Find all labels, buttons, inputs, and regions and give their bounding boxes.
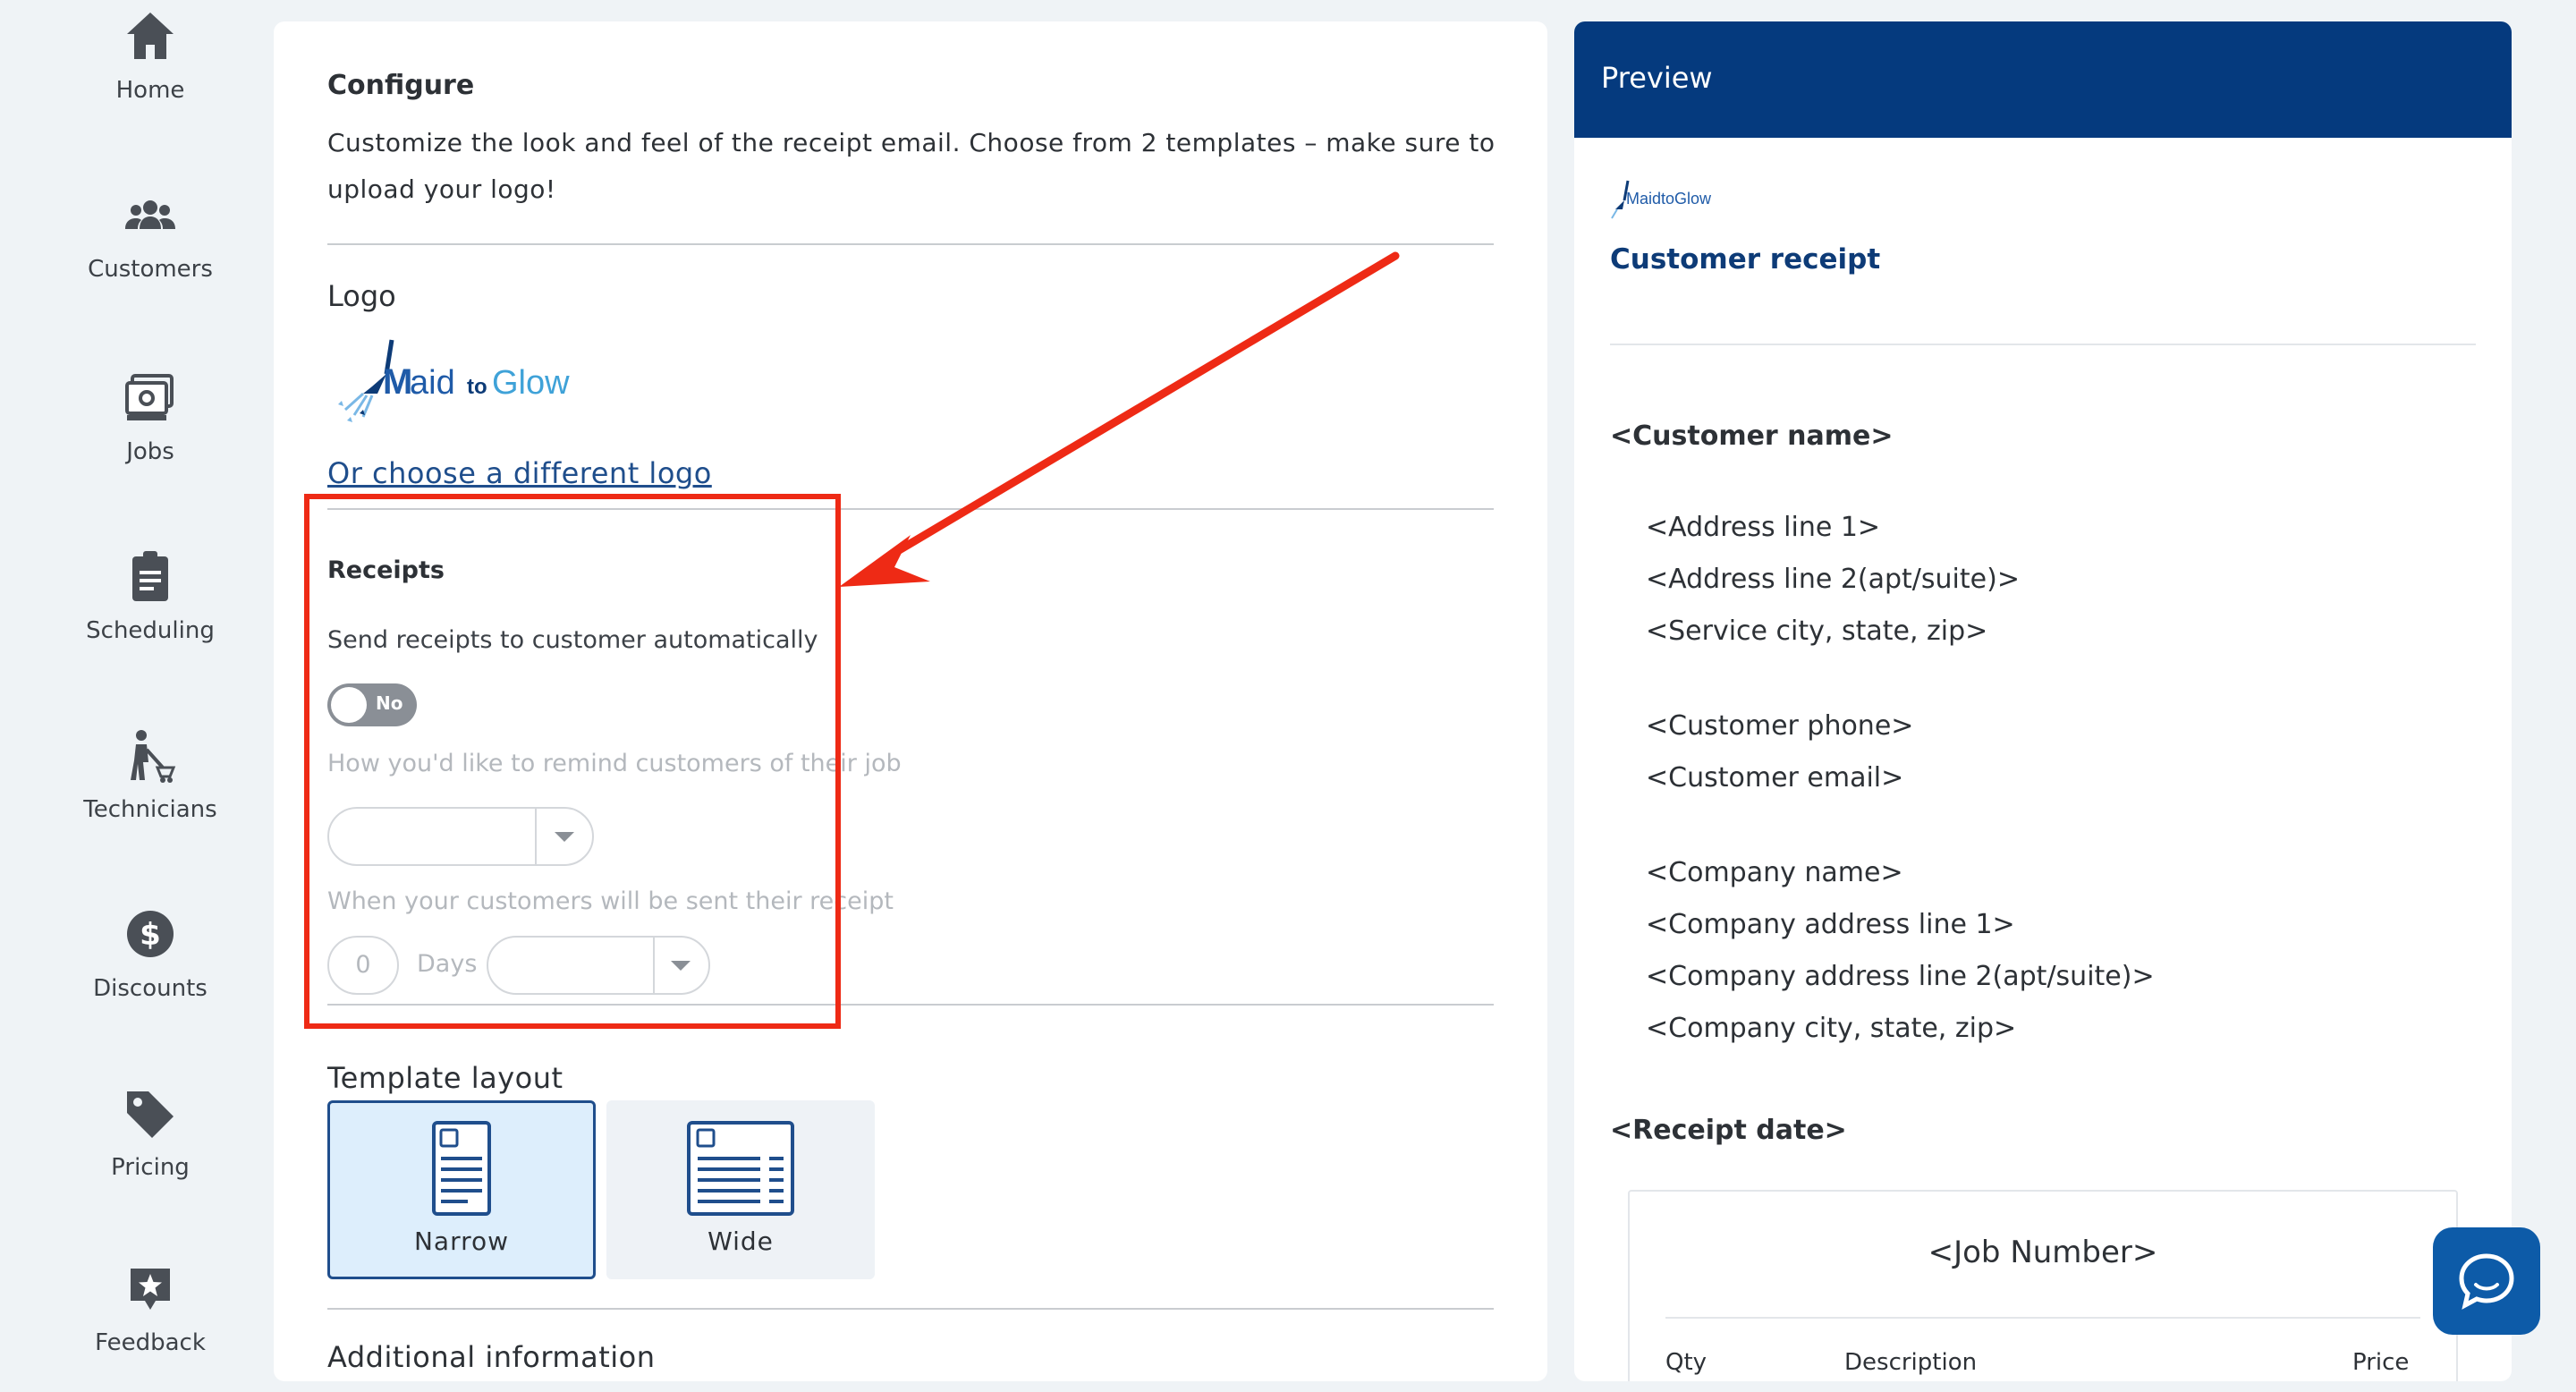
company-logo: M aid to Glow	[327, 335, 614, 442]
configure-title: Configure	[327, 70, 475, 101]
configure-description: Customize the look and feel of the recei…	[327, 128, 1496, 204]
clipboard-icon	[120, 546, 181, 607]
sidebar-item-label: Discounts	[93, 975, 208, 1002]
sidebar-item-discounts[interactable]: $ Discounts	[27, 904, 274, 1038]
wide-template-icon	[687, 1121, 794, 1216]
customer-name-placeholder: <Customer name>	[1610, 420, 1894, 452]
sidebar-item-label: Customers	[88, 256, 213, 283]
customer-phone-placeholder: <Customer phone>	[1646, 710, 1914, 742]
address-line1-placeholder: <Address line 1>	[1646, 512, 1881, 543]
home-icon	[120, 5, 181, 66]
sidebar-item-customers[interactable]: Customers	[27, 184, 274, 318]
sidebar-item-feedback[interactable]: Feedback	[27, 1258, 274, 1392]
technician-icon	[120, 725, 181, 785]
sidebar-item-label: Jobs	[126, 438, 174, 465]
choose-different-logo-link[interactable]: Or choose a different logo	[327, 456, 712, 490]
template-layout-heading: Template layout	[327, 1061, 564, 1095]
preview-title: Preview	[1601, 61, 1713, 95]
receipt-date-placeholder: <Receipt date>	[1610, 1115, 1847, 1146]
logo-text-aid: aid	[410, 364, 455, 402]
job-number-placeholder: <Job Number>	[1928, 1235, 2158, 1270]
sidebar-item-label: Feedback	[95, 1329, 206, 1356]
column-qty: Qty	[1665, 1349, 1707, 1376]
company-address1-placeholder: <Company address line 1>	[1646, 909, 2015, 940]
users-icon	[120, 184, 181, 245]
preview-logo: MaidtoGlow	[1610, 172, 1735, 225]
sidebar-item-label: Pricing	[111, 1154, 190, 1181]
company-name-placeholder: <Company name>	[1646, 857, 1903, 888]
divider	[327, 1308, 1494, 1310]
column-description: Description	[1844, 1349, 1978, 1376]
sidebar-item-jobs[interactable]: Jobs	[27, 367, 274, 501]
star-badge-icon	[120, 1258, 181, 1319]
sidebar-item-home[interactable]: Home	[27, 5, 274, 140]
additional-information-heading: Additional information	[327, 1340, 656, 1374]
receipts-highlight-box	[304, 494, 841, 1029]
template-wide-option[interactable]: Wide	[606, 1100, 875, 1279]
address-line2-placeholder: <Address line 2(apt/suite)>	[1646, 564, 2020, 595]
sidebar-item-label: Scheduling	[86, 617, 215, 644]
sidebar-item-scheduling[interactable]: Scheduling	[27, 546, 274, 680]
dollar-icon: $	[120, 904, 181, 964]
sidebar-item-pricing[interactable]: Pricing	[27, 1082, 274, 1217]
chat-bubble-icon	[2459, 1253, 2514, 1310]
sidebar-item-label: Technicians	[83, 796, 217, 823]
price-tag-icon	[120, 1082, 181, 1143]
sidebar-item-label: Home	[115, 77, 185, 104]
svg-text:$: $	[140, 917, 161, 953]
logo-text-glow: Glow	[492, 364, 570, 402]
receipt-preview-panel: Preview MaidtoGlow Customer receipt <Cus…	[1574, 21, 2512, 1381]
company-address2-placeholder: <Company address line 2(apt/suite)>	[1646, 961, 2155, 992]
service-city-placeholder: <Service city, state, zip>	[1646, 615, 1988, 647]
template-option-label: Wide	[708, 1226, 774, 1256]
chat-support-button[interactable]	[2433, 1227, 2540, 1335]
receipt-title: Customer receipt	[1610, 243, 1881, 276]
template-narrow-option[interactable]: Narrow	[327, 1100, 596, 1279]
preview-header: Preview	[1574, 21, 2512, 138]
template-option-label: Narrow	[413, 1226, 510, 1256]
job-details-box: <Job Number> Qty Description Price	[1628, 1190, 2458, 1381]
customer-email-placeholder: <Customer email>	[1646, 762, 1904, 794]
preview-logo-text: MaidtoGlow	[1626, 190, 1712, 208]
company-city-placeholder: <Company city, state, zip>	[1646, 1013, 2017, 1044]
sidebar-item-technicians[interactable]: Technicians	[27, 725, 274, 859]
jobs-icon	[120, 367, 181, 428]
narrow-template-icon	[432, 1121, 491, 1216]
divider	[327, 243, 1494, 245]
sidebar-nav: Home Customers Jobs Scheduling Technicia…	[0, 0, 268, 1367]
divider	[1665, 1317, 2420, 1319]
logo-heading: Logo	[327, 279, 396, 313]
logo-text-to: to	[467, 375, 487, 399]
divider	[1610, 344, 2476, 345]
column-price: Price	[2352, 1349, 2410, 1376]
svg-text:M: M	[383, 362, 412, 402]
